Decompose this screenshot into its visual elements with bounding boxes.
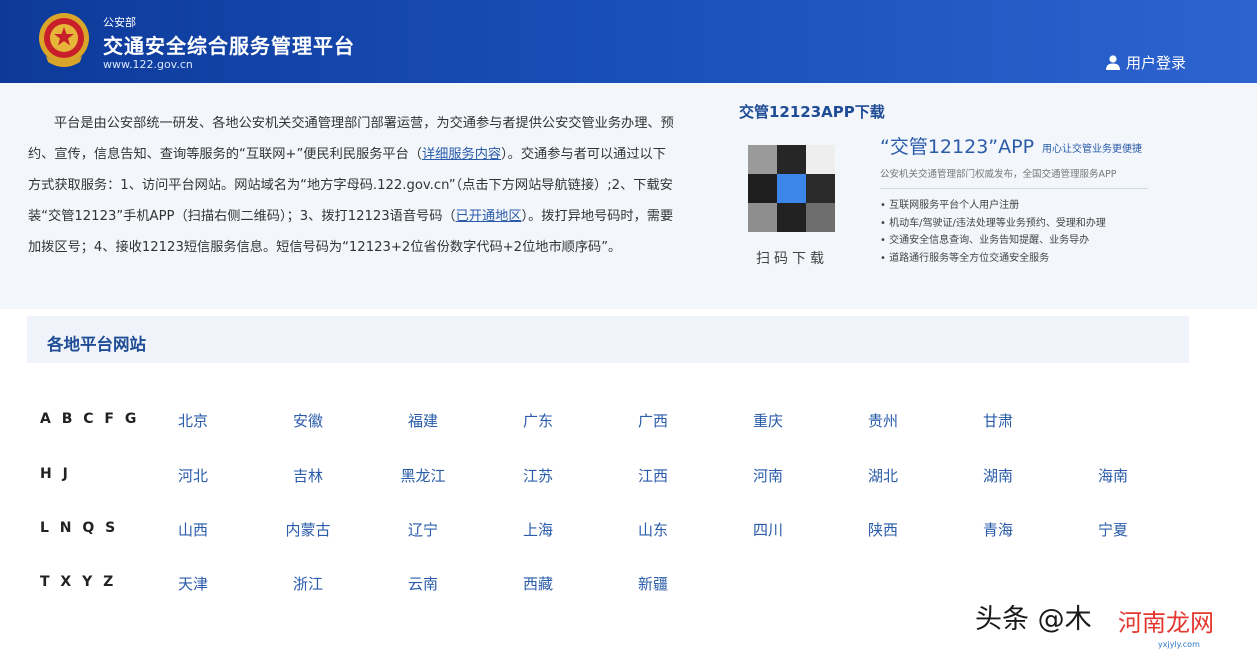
watermark-url: yxjyly.com	[1158, 640, 1200, 649]
region-link[interactable]: 广西	[623, 410, 683, 431]
region-link[interactable]: 西藏	[508, 573, 568, 594]
user-login-label: 用户登录	[1126, 54, 1187, 72]
region-link[interactable]: 河南	[738, 465, 798, 486]
open-regions-link[interactable]: 已开通地区	[456, 209, 522, 224]
region-link[interactable]: 天津	[163, 573, 223, 594]
app-slogan: 用心让交管业务更便捷	[1042, 144, 1142, 155]
region-link[interactable]: 黑龙江	[393, 465, 453, 486]
site-title: 交通安全综合服务管理平台	[103, 34, 355, 58]
app-feature-item: 交通安全信息查询、业务告知提醒、业务导办	[880, 232, 1106, 250]
app-feature-item: 机动车/驾驶证/违法处理等业务预约、受理和办理	[880, 215, 1106, 233]
region-link[interactable]: 湖北	[853, 465, 913, 486]
region-link[interactable]: 江西	[623, 465, 683, 486]
watermark-text: 头条 @木	[975, 604, 1092, 635]
region-link[interactable]: 广东	[508, 410, 568, 431]
service-details-link[interactable]: 详细服务内容	[422, 147, 501, 162]
ministry-label: 公安部	[103, 16, 136, 29]
region-link[interactable]: 山东	[623, 519, 683, 540]
site-header: 公安部 交通安全综合服务管理平台 www.122.gov.cn 用户登录	[0, 0, 1257, 83]
region-link[interactable]: 北京	[163, 410, 223, 431]
region-row-label: A B C F G	[40, 411, 140, 427]
region-row-label: H J	[40, 466, 71, 482]
app-feature-list: 互联网服务平台个人用户注册 机动车/驾驶证/违法处理等业务预约、受理和办理 交通…	[880, 197, 1106, 267]
app-download-title: 交管12123APP下载	[739, 103, 885, 121]
region-link[interactable]: 宁夏	[1083, 519, 1143, 540]
region-row-label: T X Y Z	[40, 574, 117, 590]
region-link[interactable]: 浙江	[278, 573, 338, 594]
region-row-label: L N Q S	[40, 520, 119, 536]
region-link[interactable]: 上海	[508, 519, 568, 540]
region-link[interactable]: 贵州	[853, 410, 913, 431]
region-link[interactable]: 吉林	[278, 465, 338, 486]
user-login-button[interactable]: 用户登录	[1106, 52, 1186, 73]
region-link[interactable]: 河北	[163, 465, 223, 486]
scan-download-label: 扫码下载	[756, 251, 828, 267]
region-link[interactable]: 重庆	[738, 410, 798, 431]
app-qr-code[interactable]	[748, 145, 835, 232]
app-feature-item: 道路通行服务等全方位交通安全服务	[880, 250, 1106, 268]
app-name: “交管12123”APP	[880, 136, 1035, 158]
region-link[interactable]: 甘肃	[968, 410, 1028, 431]
regions-header-bar	[27, 316, 1189, 363]
region-link[interactable]: 江苏	[508, 465, 568, 486]
region-link[interactable]: 新疆	[623, 573, 683, 594]
region-link[interactable]: 福建	[393, 410, 453, 431]
watermark-site: 河南龙网	[1118, 609, 1214, 637]
region-link[interactable]: 陕西	[853, 519, 913, 540]
region-link[interactable]: 安徽	[278, 410, 338, 431]
region-link[interactable]: 湖南	[968, 465, 1028, 486]
region-link[interactable]: 辽宁	[393, 519, 453, 540]
region-link[interactable]: 山西	[163, 519, 223, 540]
site-url: www.122.gov.cn	[103, 58, 193, 71]
region-link[interactable]: 青海	[968, 519, 1028, 540]
intro-text: 平台是由公安部统一研发、各地公安机关交通管理部门部署运营，为交通参与者提供公安交…	[28, 108, 678, 263]
regions-title: 各地平台网站	[47, 335, 146, 354]
user-icon	[1106, 55, 1120, 70]
region-link[interactable]: 内蒙古	[278, 519, 338, 540]
app-description: 公安机关交通管理部门权威发布，全国交通管理服务APP	[880, 166, 1148, 189]
region-link[interactable]: 云南	[393, 573, 453, 594]
app-feature-item: 互联网服务平台个人用户注册	[880, 197, 1106, 215]
region-link[interactable]: 海南	[1083, 465, 1143, 486]
region-link[interactable]: 四川	[738, 519, 798, 540]
police-emblem-icon	[39, 13, 89, 67]
